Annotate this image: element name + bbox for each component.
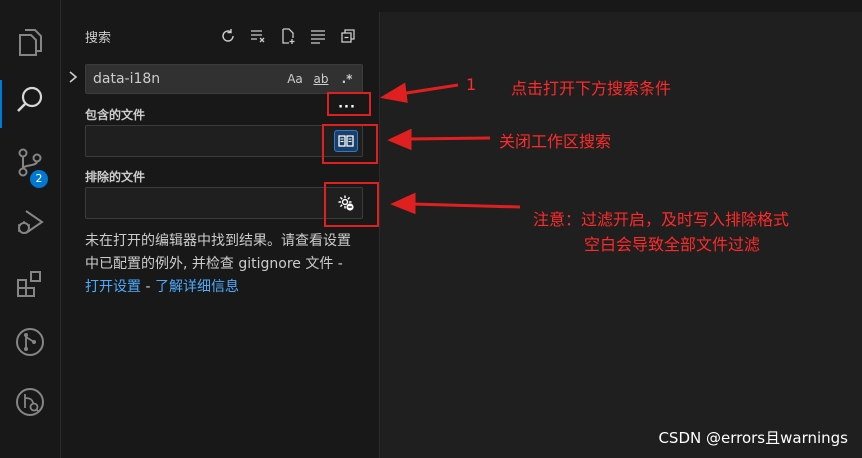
git-graph-icon bbox=[16, 328, 44, 356]
run-debug-button[interactable] bbox=[0, 194, 60, 250]
activity-bar: 2 bbox=[0, 0, 61, 458]
extensions-button[interactable] bbox=[0, 256, 60, 312]
learn-more-link[interactable]: 了解详细信息 bbox=[155, 279, 239, 295]
list-icon bbox=[311, 30, 325, 44]
annotation-3-line2: 空白会导致全部文件过滤 bbox=[584, 235, 761, 254]
sidebar-actions bbox=[217, 25, 359, 47]
toggle-replace-chevron-icon[interactable] bbox=[67, 70, 79, 84]
annotation-box-open-editors bbox=[322, 124, 378, 164]
sidebar-title: 搜索 bbox=[85, 31, 112, 46]
explorer-button[interactable] bbox=[0, 14, 60, 70]
explorer-icon bbox=[19, 29, 42, 56]
clear-all-icon bbox=[251, 30, 265, 43]
no-results-message: 未在打开的编辑器中找到结果。请查看设置中已配置的例外, 并检查 gitignor… bbox=[85, 230, 357, 299]
source-control-button[interactable]: 2 bbox=[0, 134, 60, 190]
search-input[interactable] bbox=[93, 70, 273, 88]
search-view-button[interactable] bbox=[0, 72, 60, 128]
watermark: CSDN @errors且warnings bbox=[658, 429, 848, 447]
open-settings-link[interactable]: 打开设置 bbox=[85, 279, 141, 295]
collapse-all-icon bbox=[341, 29, 355, 43]
source-control-badge: 2 bbox=[30, 170, 48, 188]
no-results-text: 未在打开的编辑器中找到结果。请查看设置中已配置的例外, 并检查 gitignor… bbox=[85, 233, 351, 272]
refresh-button[interactable] bbox=[217, 25, 239, 47]
exclude-files-label: 排除的文件 bbox=[85, 170, 146, 184]
exclude-files-input[interactable] bbox=[92, 194, 312, 212]
annotation-box-more bbox=[327, 92, 371, 116]
search-sidebar: 搜索 data-i18n Aa ab .* ··· 包含的文件 排除的文件 未在… bbox=[61, 12, 380, 458]
annotation-3-line1: 注意：过滤开启，及时写入排除格式 bbox=[533, 210, 790, 229]
collapse-all-button[interactable] bbox=[337, 25, 359, 47]
git-lens-button[interactable] bbox=[0, 374, 60, 430]
include-files-input[interactable] bbox=[92, 132, 312, 150]
annotation-1-number: 1 bbox=[466, 75, 477, 94]
include-files-label: 包含的文件 bbox=[85, 108, 146, 122]
annotation-2-text: 关闭工作区搜索 bbox=[499, 132, 612, 151]
git-lens-icon bbox=[16, 388, 44, 416]
match-whole-word-toggle[interactable]: ab bbox=[311, 70, 331, 88]
regex-toggle[interactable]: .* bbox=[338, 70, 356, 88]
search-icon bbox=[17, 86, 43, 112]
exclude-files-box bbox=[85, 187, 363, 219]
clear-results-button[interactable] bbox=[247, 25, 269, 47]
git-graph-button[interactable] bbox=[0, 314, 60, 370]
search-input-box: Aa ab .* bbox=[85, 64, 363, 94]
view-as-tree-button[interactable] bbox=[307, 25, 329, 47]
new-search-editor-button[interactable] bbox=[277, 25, 299, 47]
annotation-box-exclude bbox=[324, 182, 379, 227]
annotation-1-text: 点击打开下方搜索条件 bbox=[511, 79, 672, 98]
match-case-toggle[interactable]: Aa bbox=[286, 70, 304, 88]
new-file-icon bbox=[282, 28, 295, 44]
run-debug-icon bbox=[18, 210, 44, 234]
refresh-icon bbox=[222, 29, 234, 42]
extensions-icon bbox=[17, 271, 41, 297]
message-separator: - bbox=[141, 279, 155, 295]
